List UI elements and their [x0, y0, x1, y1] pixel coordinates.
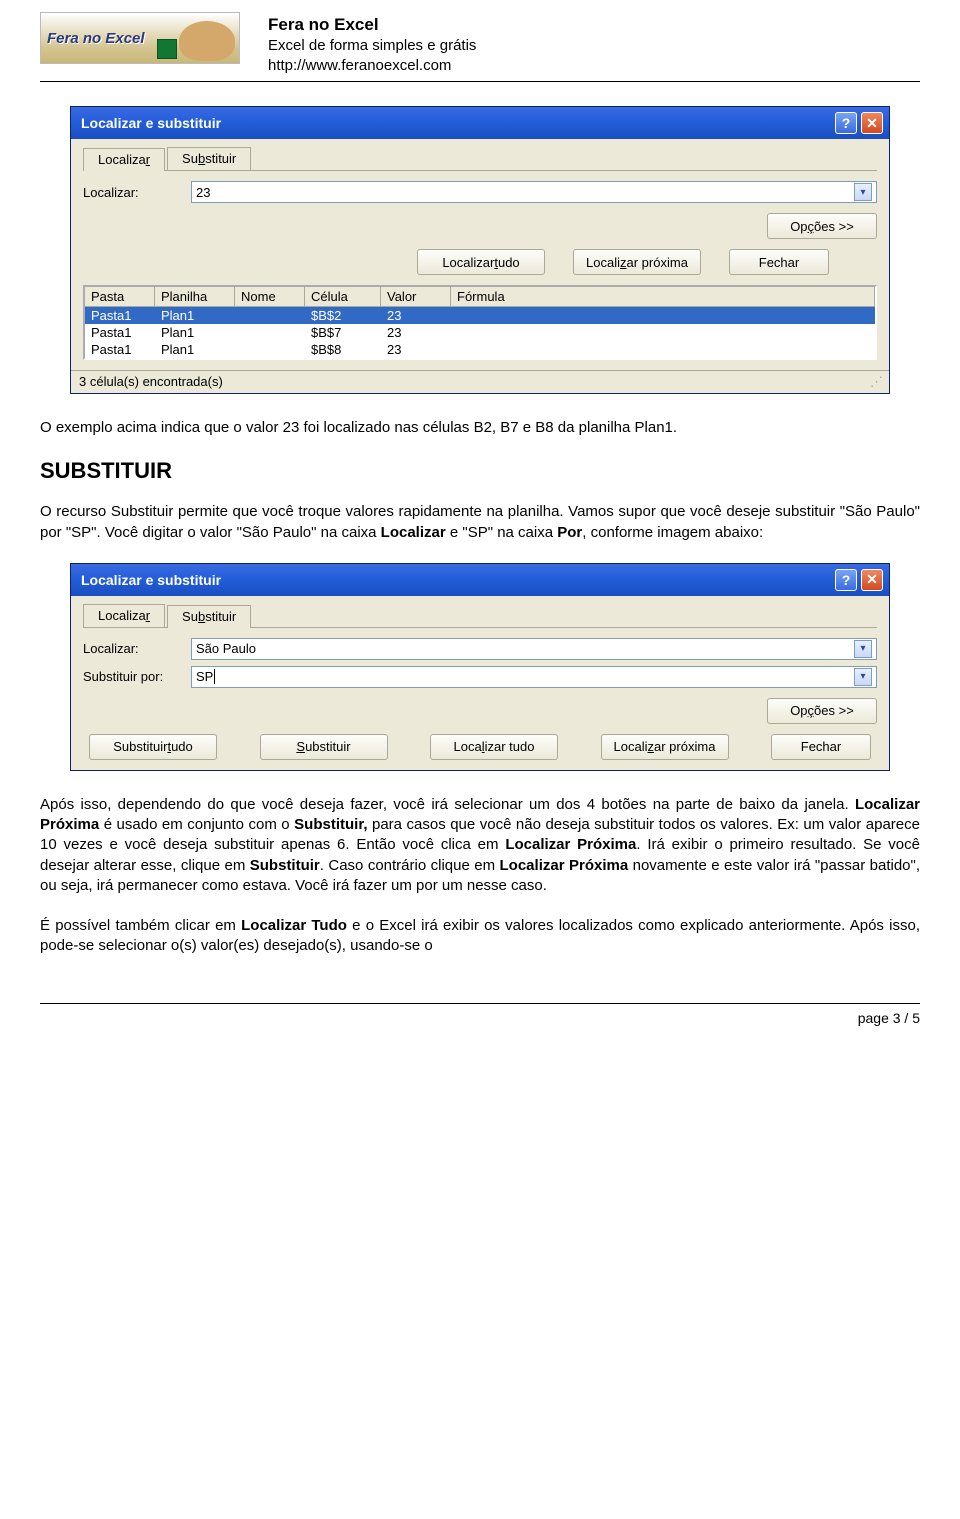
site-title: Fera no Excel — [268, 14, 476, 36]
chevron-down-icon[interactable]: ▾ — [854, 183, 872, 201]
replace-value: SP — [196, 669, 219, 684]
table-row[interactable]: Pasta1 Plan1 $B$7 23 — [85, 324, 875, 341]
chevron-down-icon[interactable]: ▾ — [854, 668, 872, 686]
tab-substituir[interactable]: Substituir — [167, 147, 251, 170]
tab-localizar[interactable]: Localizar — [83, 148, 165, 171]
page-footer: page 3 / 5 — [40, 1003, 920, 1050]
find-input[interactable]: 23 ▾ — [191, 181, 877, 203]
find-replace-dialog-1: Localizar e substituir ? ✕ Localizar Sub… — [70, 106, 890, 394]
dialog-title: Localizar e substituir — [81, 115, 831, 131]
action-buttons: Substituir tudo Substituir Localizar tud… — [83, 734, 877, 760]
paragraph: É possível também clicar em Localizar Tu… — [40, 916, 920, 957]
find-value: 23 — [196, 185, 210, 200]
col-celula[interactable]: Célula — [305, 287, 381, 306]
find-value: São Paulo — [196, 641, 256, 656]
logo-art — [179, 21, 235, 61]
find-next-button[interactable]: Localizar próxima — [601, 734, 729, 760]
dialog-title: Localizar e substituir — [81, 572, 831, 588]
titlebar: Localizar e substituir ? ✕ — [71, 107, 889, 139]
tab-substituir[interactable]: Substituir — [167, 605, 251, 628]
page-number: page 3 / 5 — [858, 1010, 920, 1026]
heading-substituir: SUBSTITUIR — [40, 458, 920, 484]
find-label: Localizar: — [83, 185, 191, 200]
find-all-button[interactable]: Localizar tudo — [417, 249, 545, 275]
tabs: Localizar Substituir — [83, 147, 877, 171]
close-button[interactable]: Fechar — [771, 734, 871, 760]
help-button[interactable]: ? — [835, 569, 857, 591]
find-row: Localizar: São Paulo ▾ — [83, 638, 877, 660]
results-header: Pasta Planilha Nome Célula Valor Fórmula — [85, 287, 875, 307]
close-icon[interactable]: ✕ — [861, 569, 883, 591]
table-row[interactable]: Pasta1 Plan1 $B$8 23 — [85, 341, 875, 358]
find-next-button[interactable]: Localizar próxima — [573, 249, 701, 275]
resize-grip-icon[interactable]: ⋰ — [870, 374, 881, 390]
help-button[interactable]: ? — [835, 112, 857, 134]
replace-label: Substituir por: — [83, 669, 191, 684]
paragraph: Após isso, dependendo do que você deseja… — [40, 795, 920, 896]
status-text: 3 célula(s) encontrada(s) — [79, 374, 223, 390]
chevron-down-icon[interactable]: ▾ — [854, 640, 872, 658]
logo-text: Fera no Excel — [47, 30, 145, 47]
site-logo: Fera no Excel — [40, 12, 240, 64]
col-formula[interactable]: Fórmula — [451, 287, 875, 306]
find-input[interactable]: São Paulo ▾ — [191, 638, 877, 660]
page-header: Fera no Excel Fera no Excel Excel de for… — [40, 0, 920, 82]
tab-localizar[interactable]: Localizar — [83, 604, 165, 627]
col-pasta[interactable]: Pasta — [85, 287, 155, 306]
replace-row: Substituir por: SP ▾ — [83, 666, 877, 688]
titlebar: Localizar e substituir ? ✕ — [71, 564, 889, 596]
header-text-block: Fera no Excel Excel de forma simples e g… — [268, 12, 476, 75]
close-button[interactable]: Fechar — [729, 249, 829, 275]
paragraph: O recurso Substituir permite que você tr… — [40, 502, 920, 543]
find-row: Localizar: 23 ▾ — [83, 181, 877, 203]
close-icon[interactable]: ✕ — [861, 112, 883, 134]
action-buttons: Localizar tudo Localizar próxima Fechar — [83, 249, 877, 275]
replace-button[interactable]: Substituir — [260, 734, 388, 760]
find-all-button[interactable]: Localizar tudo — [430, 734, 558, 760]
statusbar: 3 célula(s) encontrada(s) ⋰ — [71, 370, 889, 393]
replace-input[interactable]: SP ▾ — [191, 666, 877, 688]
col-nome[interactable]: Nome — [235, 287, 305, 306]
options-button[interactable]: Opções >> — [767, 213, 877, 239]
site-subtitle: Excel de forma simples e grátis — [268, 36, 476, 56]
col-valor[interactable]: Valor — [381, 287, 451, 306]
find-replace-dialog-2: Localizar e substituir ? ✕ Localizar Sub… — [70, 563, 890, 771]
table-row[interactable]: Pasta1 Plan1 $B$2 23 — [85, 307, 875, 324]
options-button[interactable]: Opções >> — [767, 698, 877, 724]
site-url: http://www.feranoexcel.com — [268, 56, 476, 76]
paragraph: O exemplo acima indica que o valor 23 fo… — [40, 418, 920, 438]
find-label: Localizar: — [83, 641, 191, 656]
col-planilha[interactable]: Planilha — [155, 287, 235, 306]
results-list: Pasta Planilha Nome Célula Valor Fórmula… — [83, 285, 877, 360]
replace-all-button[interactable]: Substituir tudo — [89, 734, 217, 760]
tabs: Localizar Substituir — [83, 604, 877, 628]
